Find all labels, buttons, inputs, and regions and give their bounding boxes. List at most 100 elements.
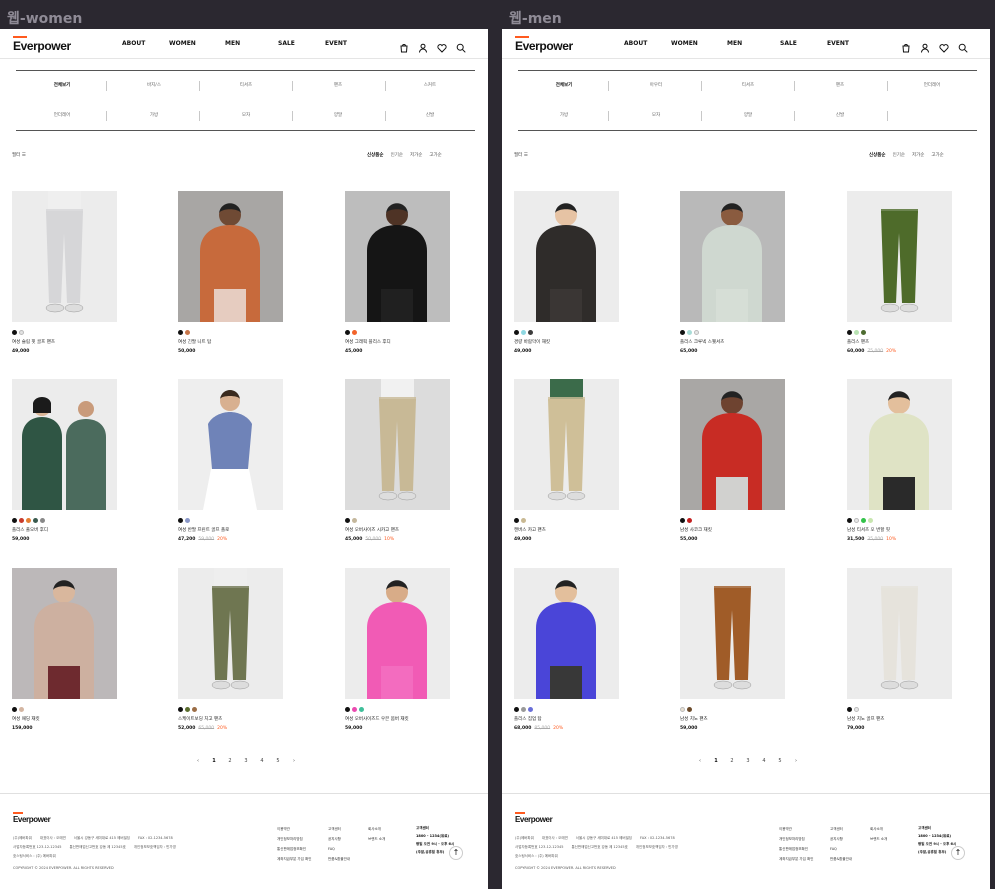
color-swatch[interactable] (687, 518, 692, 523)
product-image[interactable] (12, 379, 117, 510)
nav-item-about[interactable]: ABOUT (624, 40, 647, 47)
brand-logo[interactable]: Everpower (13, 36, 71, 53)
scroll-top-button[interactable]: ↑ (951, 846, 965, 860)
color-swatch[interactable] (847, 707, 852, 712)
product-card[interactable]: 남성 사코크 재킷 55,000 (680, 379, 785, 543)
product-name[interactable]: 플리스 풀오버 후디 (12, 527, 117, 533)
nav-item-women[interactable]: WOMEN (169, 40, 196, 47)
footer-link[interactable]: 공지사항 (830, 834, 852, 844)
footer-link[interactable]: 계좌지급부분 가입 확인 (779, 854, 813, 864)
nav-item-about[interactable]: ABOUT (122, 40, 145, 47)
product-image[interactable] (345, 191, 450, 322)
product-card[interactable]: 캔버스 카고 팬츠 49,000 (514, 379, 619, 543)
product-image[interactable] (178, 568, 283, 699)
sort-option[interactable]: 저가순 (410, 153, 422, 158)
nav-item-women[interactable]: WOMEN (671, 40, 698, 47)
footer-logo[interactable]: Everpower (13, 812, 51, 824)
filter-button[interactable]: 필터 ☰ (12, 152, 26, 158)
sort-option[interactable]: 신상품순 (367, 153, 384, 158)
color-swatch[interactable] (192, 707, 197, 712)
color-swatch[interactable] (345, 330, 350, 335)
color-swatch[interactable] (861, 330, 866, 335)
product-name[interactable]: 남성 치노 팬츠 (680, 716, 785, 722)
product-card[interactable]: 여성 반팔 프린트 골프 폴로 47,200 59,000 20% (178, 379, 283, 543)
product-image[interactable] (847, 568, 952, 699)
category-item[interactable]: 팬츠 (794, 71, 886, 101)
category-item[interactable]: 바지/스 (108, 71, 200, 101)
product-image[interactable] (680, 191, 785, 322)
footer-logo[interactable]: Everpower (515, 812, 553, 824)
color-swatch[interactable] (352, 518, 357, 523)
search-icon[interactable] (456, 38, 466, 53)
sort-option[interactable]: 인기순 (391, 153, 403, 158)
product-name[interactable]: 플리스 크루넥 스웻셔츠 (680, 339, 785, 345)
color-swatch[interactable] (178, 707, 183, 712)
page-number[interactable]: 1 (708, 758, 724, 764)
product-image[interactable] (178, 191, 283, 322)
color-swatch[interactable] (345, 518, 350, 523)
category-item[interactable]: 티셔츠 (200, 71, 292, 101)
product-card[interactable]: 여성 오버사이즈 시카고 팬츠 45,000 50,000 10% (345, 379, 450, 543)
brand-logo[interactable]: Everpower (515, 36, 573, 53)
color-swatch[interactable] (514, 330, 519, 335)
color-swatch[interactable] (528, 330, 533, 335)
product-card[interactable]: 여성 슬림 핏 골프 팬츠 49,000 (12, 191, 117, 355)
sort-option[interactable]: 인기순 (893, 153, 905, 158)
color-swatch[interactable] (185, 518, 190, 523)
product-name[interactable]: 캔버스 카고 팬츠 (514, 527, 619, 533)
product-image[interactable] (345, 379, 450, 510)
color-swatch[interactable] (33, 518, 38, 523)
footer-link[interactable]: 고객센터 (328, 824, 350, 834)
color-swatch[interactable] (868, 518, 873, 523)
product-card[interactable]: 여성 오버사이즈드 우븐 봄버 재킷 59,000 (345, 568, 450, 732)
product-name[interactable]: 스케이트보딩 치고 팬츠 (178, 716, 283, 722)
color-swatch[interactable] (19, 518, 24, 523)
color-swatch[interactable] (40, 518, 45, 523)
user-icon[interactable] (418, 38, 428, 53)
footer-link[interactable]: 통신판매업정보확인 (779, 844, 813, 854)
product-image[interactable] (178, 379, 283, 510)
nav-item-sale[interactable]: SALE (278, 40, 295, 47)
page-number[interactable]: 4 (756, 758, 772, 764)
color-swatch[interactable] (178, 518, 183, 523)
category-item[interactable]: 스커트 (384, 71, 476, 101)
category-item[interactable]: 티셔츠 (702, 71, 794, 101)
product-name[interactable]: 남성 티셔츠 오 번할 핏 (847, 527, 952, 533)
category-item[interactable]: 양말 (702, 101, 794, 131)
sort-option[interactable]: 고가순 (429, 153, 441, 158)
color-swatch[interactable] (854, 330, 859, 335)
product-card[interactable]: 플리스 팬츠 60,000 75,000 20% (847, 191, 952, 355)
color-swatch[interactable] (19, 330, 24, 335)
category-item[interactable]: 전체보기 (518, 71, 610, 101)
category-item[interactable]: 팬츠 (292, 71, 384, 101)
product-image[interactable] (680, 379, 785, 510)
color-swatch[interactable] (514, 518, 519, 523)
product-card[interactable]: 여성 그래픽 플리스 후디 45,000 (345, 191, 450, 355)
color-swatch[interactable] (12, 518, 17, 523)
product-name[interactable]: 여성 오버사이즈드 우븐 봄버 재킷 (345, 716, 450, 722)
product-card[interactable]: 남성 티셔츠 오 번할 핏 31,500 35,000 10% (847, 379, 952, 543)
page-number[interactable]: 2 (222, 758, 238, 764)
nav-item-men[interactable]: MEN (225, 40, 240, 47)
page-number[interactable]: 2 (724, 758, 740, 764)
category-item[interactable]: 가방 (108, 101, 200, 131)
product-card[interactable]: 경량 바람막이 재킷 49,000 (514, 191, 619, 355)
color-swatch[interactable] (854, 518, 859, 523)
next-page-button[interactable]: › (788, 758, 804, 764)
footer-link[interactable]: FAQ (328, 844, 350, 854)
heart-icon[interactable] (939, 38, 949, 53)
category-item[interactable]: 신발 (384, 101, 476, 131)
color-swatch[interactable] (359, 707, 364, 712)
product-card[interactable]: 플리스 집업 탑 68,000 85,000 20% (514, 568, 619, 732)
nav-item-sale[interactable]: SALE (780, 40, 797, 47)
nav-item-event[interactable]: EVENT (827, 40, 849, 47)
color-swatch[interactable] (352, 707, 357, 712)
color-swatch[interactable] (521, 518, 526, 523)
page-number[interactable]: 4 (254, 758, 270, 764)
user-icon[interactable] (920, 38, 930, 53)
color-swatch[interactable] (12, 707, 17, 712)
color-swatch[interactable] (12, 330, 17, 335)
product-image[interactable] (514, 191, 619, 322)
color-swatch[interactable] (185, 330, 190, 335)
color-swatch[interactable] (178, 330, 183, 335)
